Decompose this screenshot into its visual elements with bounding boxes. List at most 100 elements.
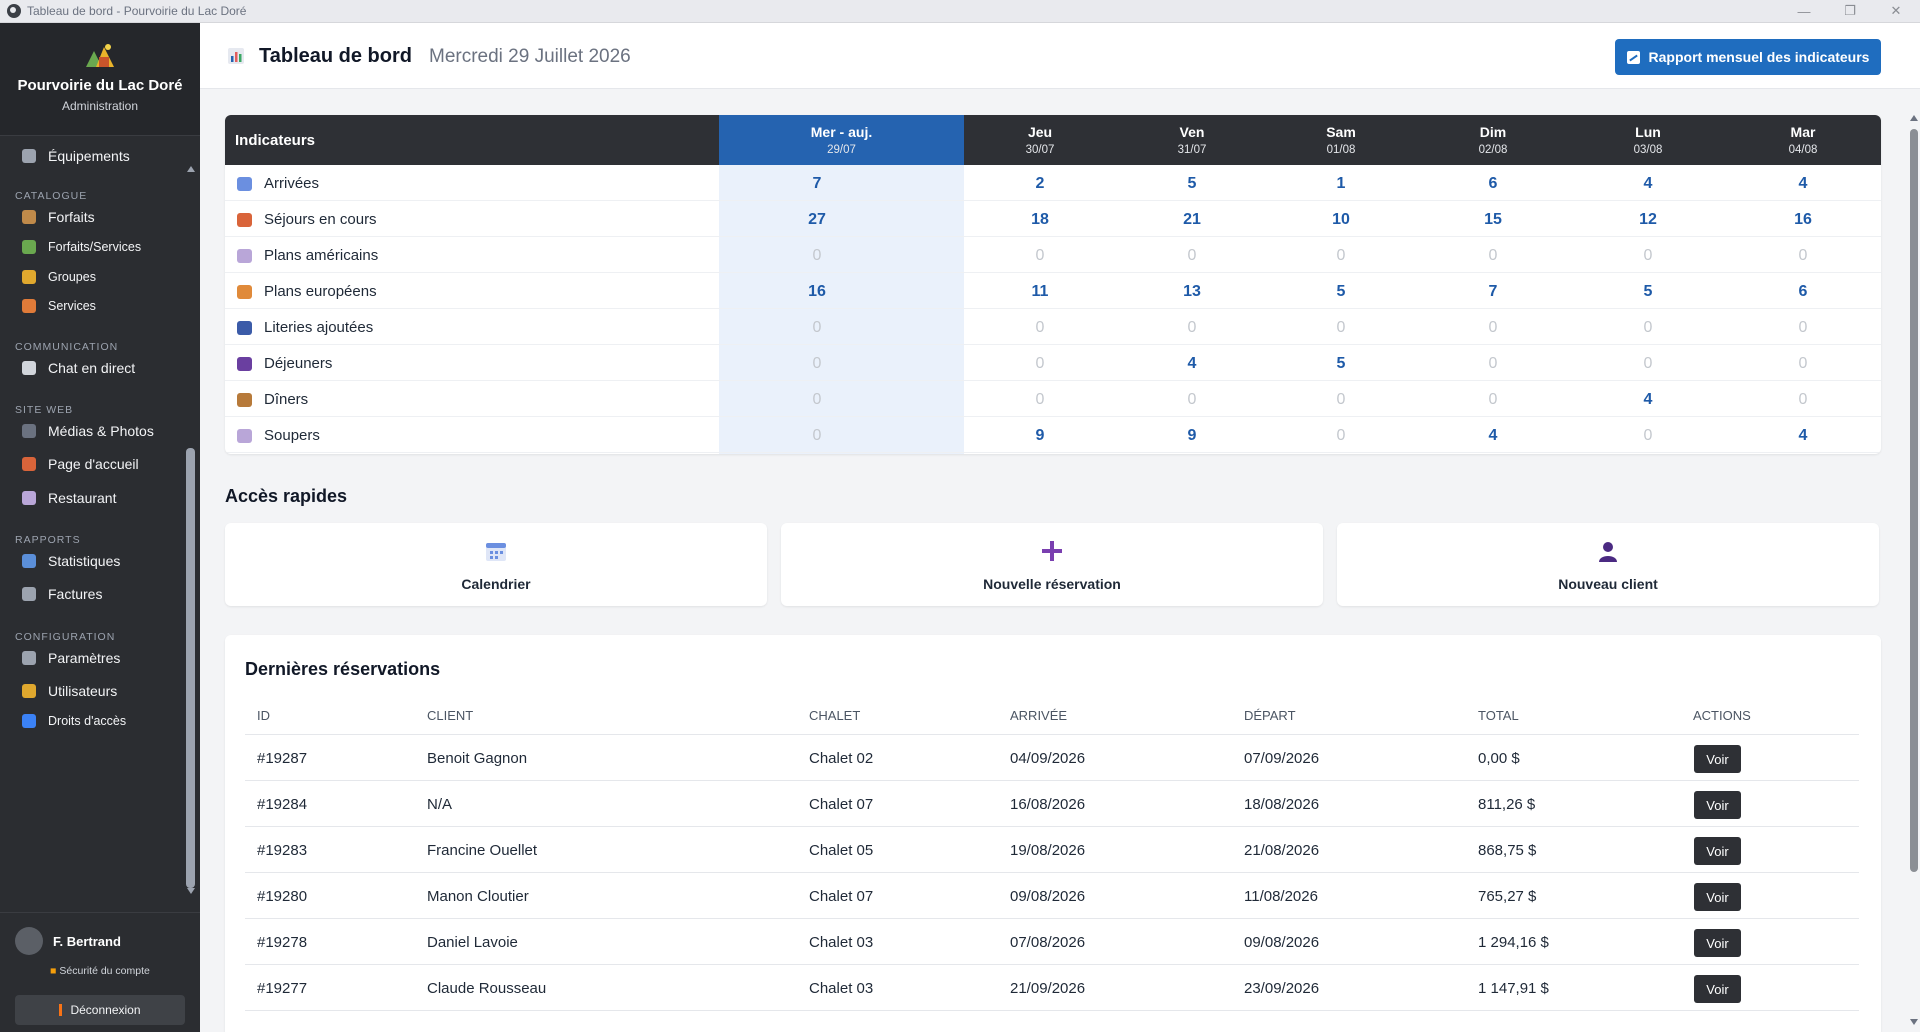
indicator-label: Séjours en cours <box>237 211 377 228</box>
cell-client: Manon Cloutier <box>427 888 529 905</box>
cell-total: 0,00 $ <box>1478 750 1520 767</box>
view-reservation-button[interactable]: Voir <box>1694 975 1741 1003</box>
scroll-down-icon[interactable] <box>187 888 195 894</box>
indicator-name: Plans américains <box>264 247 379 264</box>
chart-icon <box>1626 50 1640 64</box>
cell-arrival: 16/08/2026 <box>1010 796 1086 813</box>
cell-arrival: 09/08/2026 <box>1010 888 1086 905</box>
cell-chalet: Chalet 03 <box>809 980 874 997</box>
monthly-report-button[interactable]: Rapport mensuel des indicateurs <box>1615 39 1881 75</box>
view-reservation-button[interactable]: Voir <box>1694 883 1741 911</box>
day-date: 01/08 <box>1326 144 1356 156</box>
indicator-row: Soupers 0 9 9 0 4 0 4 <box>225 417 1881 453</box>
sidebar-item-forfaits-services[interactable]: Forfaits/Services <box>0 232 183 262</box>
quick-access-calendar[interactable]: Calendrier <box>225 523 767 606</box>
view-reservation-button[interactable]: Voir <box>1694 791 1741 819</box>
table-row: #19280 Manon Cloutier Chalet 07 09/08/2026 1… <box>245 873 1859 919</box>
sidebar-item-page-d-accueil[interactable]: Page d'accueil <box>0 449 183 479</box>
indicator-value: 5 <box>1187 175 1197 192</box>
sidebar-item-label: Médias & Photos <box>48 423 154 439</box>
indicator-value: 0 <box>1643 319 1653 336</box>
cell-total: 1 294,16 $ <box>1478 934 1549 951</box>
column-header-chalet: CHALET <box>809 708 861 723</box>
sidebar-item-statistiques[interactable]: Statistiques <box>0 546 183 576</box>
sidebar-item-restaurant[interactable]: Restaurant <box>0 483 183 513</box>
view-reservation-button[interactable]: Voir <box>1694 837 1741 865</box>
sidebar-item-equipements[interactable]: Équipements <box>0 141 183 171</box>
plate-icon <box>22 491 36 505</box>
indicator-value: 7 <box>1488 283 1498 300</box>
indicator-value: 0 <box>1187 391 1197 408</box>
sidebar-item-droits-d-acces[interactable]: Droits d'accès <box>0 706 183 736</box>
users-icon <box>22 684 36 698</box>
day-header-today: Mer - auj. 29/07 <box>719 115 964 165</box>
close-icon[interactable]: ✕ <box>1873 0 1919 22</box>
indicator-value: 4 <box>1798 175 1808 192</box>
account-security-link[interactable]: ■ Sécurité du compte <box>0 965 200 977</box>
indicator-name: Dîners <box>264 391 309 408</box>
cell-id: #19287 <box>257 750 308 767</box>
view-reservation-button[interactable]: Voir <box>1694 929 1741 957</box>
minimize-icon[interactable]: — <box>1781 0 1827 22</box>
sidebar-item-services[interactable]: Services <box>0 291 183 321</box>
indicators-table: Indicateurs Mer - auj. 29/07 Jeu 30/07 Ven 31… <box>225 115 1881 454</box>
table-row: #19278 Daniel Lavoie Chalet 03 07/08/2026 09… <box>245 919 1859 965</box>
indicator-row: Plans américains 0 0 0 0 0 0 0 <box>225 237 1881 273</box>
day-name: Dim <box>1479 124 1507 140</box>
sidebar-item-factures[interactable]: Factures <box>0 579 183 609</box>
brand-subtitle: Administration <box>61 99 139 113</box>
indicator-value: 11 <box>1031 283 1049 300</box>
indicator-value: 0 <box>1488 391 1498 408</box>
main-scrollbar[interactable] <box>1907 89 1920 1032</box>
sidebar-item-medias-photos[interactable]: Médias & Photos <box>0 416 183 446</box>
dashboard-chart-icon <box>227 47 245 65</box>
scroll-up-icon[interactable] <box>187 166 195 172</box>
cell-chalet: Chalet 03 <box>809 934 874 951</box>
cell-total: 1 147,91 $ <box>1478 980 1549 997</box>
view-reservation-button[interactable]: Voir <box>1694 745 1741 773</box>
column-header-actions: ACTIONS <box>1693 708 1751 723</box>
scroll-down-icon[interactable] <box>1910 1019 1918 1025</box>
indicator-value: 0 <box>1643 427 1653 444</box>
indicator-row: Literies ajoutées 0 0 0 0 0 0 0 <box>225 309 1881 345</box>
indicator-value: 0 <box>1035 247 1045 264</box>
sidebar-item-parametres[interactable]: Paramètres <box>0 643 183 673</box>
indicator-row: Séjours en cours 27 18 21 10 15 12 16 <box>225 201 1881 237</box>
quick-access-plus[interactable]: Nouvelle réservation <box>781 523 1323 606</box>
day-date: 02/08 <box>1478 144 1508 156</box>
plate-icon <box>237 428 252 443</box>
avatar[interactable] <box>15 927 43 955</box>
day-date: 30/07 <box>1025 144 1055 156</box>
main-scroll-thumb[interactable] <box>1910 129 1918 872</box>
window-titlebar: Tableau de bord - Pourvoirie du Lac Doré… <box>0 0 1920 23</box>
sidebar-item-label: Groupes <box>48 270 96 284</box>
sidebar-item-groupes[interactable]: Groupes <box>0 262 183 292</box>
day-date: 04/08 <box>1788 144 1818 156</box>
sidebar-item-utilisateurs[interactable]: Utilisateurs <box>0 676 183 706</box>
indicator-row: Arrivées 7 2 5 1 6 4 4 <box>225 165 1881 201</box>
quick-access-user[interactable]: Nouveau client <box>1337 523 1879 606</box>
plus-icon <box>1040 539 1064 563</box>
indicator-value: 0 <box>812 427 822 444</box>
nav-section-site-web: SITE WEB <box>15 404 74 416</box>
nav-section-catalogue: CATALOGUE <box>15 190 88 202</box>
lodge-logo-icon <box>84 41 116 69</box>
restore-icon[interactable]: ❐ <box>1827 0 1873 22</box>
cell-client: Daniel Lavoie <box>427 934 518 951</box>
scroll-up-icon[interactable] <box>1910 115 1918 121</box>
cell-departure: 23/09/2026 <box>1244 980 1320 997</box>
day-header: Ven 31/07 <box>1117 115 1267 165</box>
sidebar-item-chat-en-direct[interactable]: Chat en direct <box>0 353 183 383</box>
cell-departure: 11/08/2026 <box>1244 888 1318 905</box>
door-icon <box>59 1004 63 1016</box>
sidebar-item-label: Droits d'accès <box>48 714 127 728</box>
bed-icon <box>237 320 252 335</box>
logout-button[interactable]: Déconnexion <box>15 995 185 1025</box>
indicator-value: 0 <box>1798 319 1808 336</box>
sidebar-item-forfaits[interactable]: Forfaits <box>0 202 183 232</box>
indicator-value: 0 <box>1187 319 1197 336</box>
day-header: Lun 03/08 <box>1573 115 1723 165</box>
brand-name: Pourvoirie du Lac Doré <box>17 77 183 94</box>
sidebar-scroll-thumb[interactable] <box>186 448 195 888</box>
sidebar-scrollbar[interactable] <box>185 136 197 896</box>
